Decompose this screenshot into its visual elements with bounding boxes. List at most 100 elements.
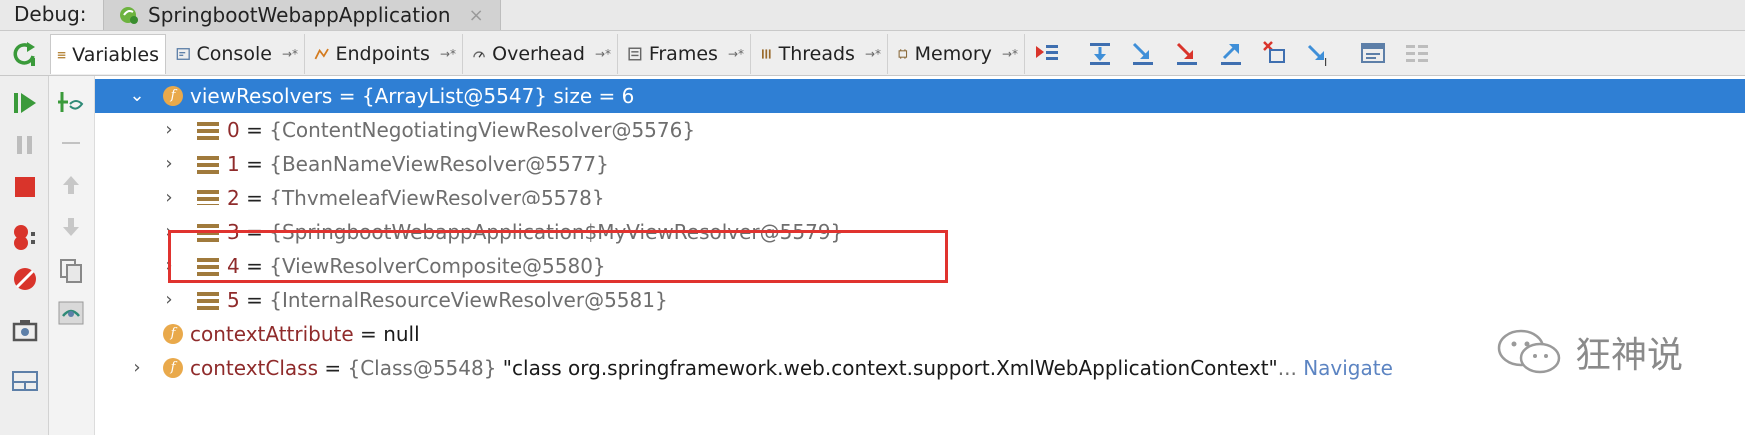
step-into-icon[interactable] [1128, 38, 1158, 68]
tree-row-item-2[interactable]: › 2 = {ThymeleafViewResolver@5578} [95, 181, 1745, 205]
pin-icon[interactable]: →* [595, 47, 611, 61]
tab-label: Memory [914, 43, 992, 65]
memory-icon [898, 49, 908, 59]
tab-overhead[interactable]: Overhead →* [466, 34, 618, 74]
variable-value: null [383, 322, 420, 346]
element-value: {InternalResourceViewResolver@5581} [269, 288, 668, 312]
tab-label: Threads [778, 43, 855, 65]
evaluate-expression-icon[interactable] [1358, 38, 1388, 68]
chevron-right-icon[interactable]: › [159, 283, 179, 317]
tab-console[interactable]: Console →* [170, 34, 305, 74]
variable-value: {ArrayList@5547} size = 6 [361, 84, 635, 108]
element-index: 0 [227, 118, 240, 142]
endpoints-icon [314, 48, 329, 60]
run-to-cursor-icon[interactable]: I [1304, 38, 1334, 68]
show-watches-icon[interactable] [56, 298, 86, 328]
tree-row-item-1[interactable]: › 1 = {BeanNameViewResolver@5577} [95, 147, 1745, 181]
move-down-icon[interactable] [56, 212, 86, 242]
element-value: {ThymeleafViewResolver@5578} [269, 186, 605, 205]
watermark: 狂神说 [1495, 326, 1683, 378]
step-over-icon[interactable] [1085, 38, 1115, 68]
watermark-text: 狂神说 [1575, 335, 1684, 376]
debug-title-bar: Debug: SpringbootWebappApplication × [0, 0, 1745, 31]
debug-label: Debug: [14, 2, 87, 26]
remove-watch-icon[interactable] [56, 128, 86, 158]
tab-threads[interactable]: Threads →* [754, 34, 888, 74]
array-element-icon [197, 156, 219, 174]
pin-icon[interactable]: →* [728, 47, 744, 61]
step-out-icon[interactable] [1216, 38, 1246, 68]
highlight-annotation-box [168, 230, 948, 283]
tab-label: Frames [648, 43, 718, 65]
variable-name: viewResolvers [190, 84, 333, 108]
move-up-icon[interactable] [56, 170, 86, 200]
ellipsis: ... [1277, 356, 1297, 380]
equals-sign: = [239, 118, 270, 142]
equals-sign: = [239, 288, 270, 312]
threads-icon [762, 49, 771, 59]
chevron-right-icon[interactable]: › [159, 113, 179, 147]
new-watch-icon[interactable] [56, 88, 86, 118]
pin-icon[interactable]: →* [440, 47, 456, 61]
debug-actions-toolbar [0, 76, 49, 435]
tree-row-item-0[interactable]: › 0 = {ContentNegotiatingViewResolver@55… [95, 113, 1745, 147]
variables-icon [57, 51, 66, 58]
view-breakpoints-icon[interactable] [10, 222, 40, 252]
chevron-right-icon[interactable]: › [159, 181, 179, 205]
tab-label: Console [196, 43, 272, 65]
debug-session-tab[interactable]: SpringbootWebappApplication × [103, 0, 501, 30]
mute-breakpoints-icon[interactable] [10, 264, 40, 294]
resume-icon[interactable] [10, 88, 40, 118]
equals-sign: = [353, 322, 384, 346]
variables-side-toolbar [49, 76, 95, 435]
equals-sign: = [239, 152, 270, 176]
element-index: 2 [227, 186, 240, 205]
array-element-icon [197, 292, 219, 310]
tab-label: Endpoints [335, 43, 430, 65]
trace-current-stream-icon[interactable] [1402, 38, 1432, 68]
tab-endpoints[interactable]: Endpoints →* [308, 34, 463, 74]
pin-icon[interactable]: →* [1002, 47, 1018, 61]
array-element-icon [197, 122, 219, 140]
element-index: 5 [227, 288, 240, 312]
chevron-down-icon[interactable]: ⌄ [127, 79, 147, 113]
variable-name: contextClass [190, 356, 318, 380]
spring-boot-app-icon [120, 7, 138, 24]
show-execution-point-icon[interactable] [1032, 38, 1062, 68]
tab-memory[interactable]: Memory →* [891, 34, 1025, 74]
close-icon[interactable]: × [469, 5, 484, 26]
tree-row-view-resolvers[interactable]: ⌄ f viewResolvers = {ArrayList@5547} siz… [95, 79, 1745, 113]
pin-icon[interactable]: →* [282, 47, 298, 61]
get-thread-dump-icon[interactable] [10, 316, 40, 346]
variable-value: {Class@5548} [347, 356, 497, 380]
tree-row-item-5[interactable]: › 5 = {InternalResourceViewResolver@5581… [95, 283, 1745, 317]
element-value: {ContentNegotiatingViewResolver@5576} [269, 118, 696, 142]
equals-sign: = [239, 186, 270, 205]
wechat-logo-icon [1497, 329, 1561, 374]
array-element-icon [197, 190, 219, 205]
console-icon [176, 48, 190, 60]
rerun-icon[interactable] [10, 39, 40, 69]
tab-label: Overhead [492, 43, 585, 65]
field-icon: f [163, 86, 183, 106]
field-icon: f [163, 358, 183, 378]
chevron-right-icon[interactable]: › [127, 351, 147, 385]
overhead-icon [473, 51, 485, 58]
pin-icon[interactable]: →* [865, 47, 881, 61]
stop-icon[interactable] [10, 172, 40, 202]
chevron-right-icon[interactable]: › [159, 147, 179, 181]
frames-icon [628, 47, 642, 61]
restore-layout-icon[interactable] [10, 366, 40, 396]
equals-sign: = [318, 356, 348, 380]
svg-text:I: I [1324, 56, 1327, 68]
drop-frame-icon[interactable] [1260, 38, 1290, 68]
pause-icon[interactable] [10, 130, 40, 160]
navigate-link[interactable]: Navigate [1303, 356, 1393, 380]
tab-frames[interactable]: Frames →* [621, 34, 751, 74]
debug-toolbar: Variables Console →* Endpoints →* Overhe… [0, 31, 1745, 76]
force-step-into-icon[interactable] [1172, 38, 1202, 68]
debug-session-tab-label: SpringbootWebappApplication [148, 3, 451, 27]
tab-variables[interactable]: Variables [50, 34, 166, 74]
field-icon: f [163, 324, 183, 344]
copy-icon[interactable] [56, 256, 86, 286]
